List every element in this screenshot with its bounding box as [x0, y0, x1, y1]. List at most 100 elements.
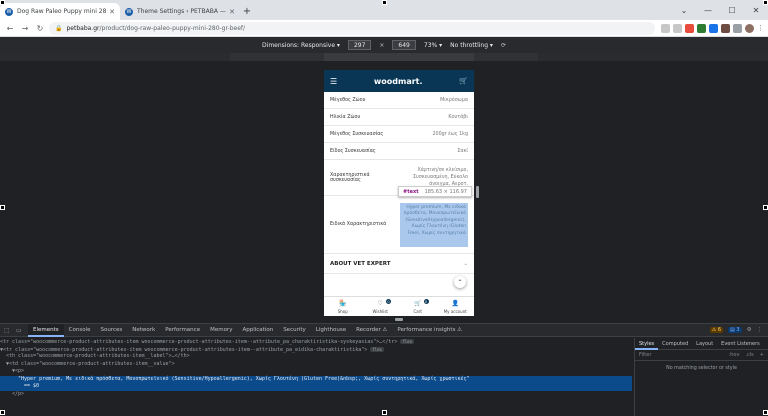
attribute-row: Ηλικία Ζώου Κουτάβι [324, 109, 474, 126]
scroll-top-button[interactable]: ⌃ [454, 276, 466, 288]
tab-computed[interactable]: Computed [658, 338, 692, 350]
heart-icon: ♡ [377, 299, 383, 307]
bookmark-star-icon[interactable] [673, 23, 682, 33]
devtools-tabbar: ⬚ ▭ Elements Console Sources Network Per… [0, 323, 768, 337]
share-icon[interactable] [661, 23, 670, 33]
dom-node-line-selected[interactable]: == $0 [0, 383, 632, 391]
user-icon: 👤 [451, 299, 459, 307]
tab-memory[interactable]: Memory [205, 324, 237, 337]
dom-node-text: <th class="woocommerce-product-attribute… [6, 353, 190, 359]
settings-gear-icon[interactable]: ⚙ [747, 327, 752, 333]
attribute-value: Μικρόσωμα [440, 97, 468, 103]
selection-handle [0, 410, 5, 415]
browser-tab-1[interactable]: W Dog Raw Paleo Puppy mini 280 g ✕ [0, 3, 120, 20]
warnings-badge[interactable]: ⚠ 6 [709, 327, 724, 333]
vet-expert-accordion[interactable]: ABOUT VET EXPERT ⌄ [324, 254, 474, 274]
styles-filter-bar: Filter :hov .cls + [635, 350, 768, 361]
extension-icon[interactable] [721, 23, 730, 33]
tab-elements[interactable]: Elements [28, 323, 64, 337]
tab-network[interactable]: Network [127, 324, 160, 337]
cart-icon: 🛒 [414, 299, 422, 307]
puzzle-icon[interactable] [733, 23, 742, 33]
browser-tab-2[interactable]: W Theme Settings ‹ PETBABA — W ✕ [120, 3, 240, 20]
dom-node-line[interactable]: </p> [0, 391, 632, 399]
dimensions-select[interactable]: Dimensions: Responsive ▾ [262, 42, 340, 49]
tab-security[interactable]: Security [278, 324, 311, 337]
width-input[interactable]: 297 [347, 40, 372, 50]
bottom-nav-account[interactable]: 👤 My account [437, 297, 475, 316]
maximize-icon[interactable]: ☐ [720, 0, 744, 20]
close-icon[interactable]: ✕ [109, 8, 115, 16]
selection-handle [763, 205, 768, 210]
tab-layout[interactable]: Layout [692, 338, 717, 350]
dom-node-line[interactable]: <tr class="woocommerce-product-attribute… [0, 338, 632, 346]
tooltip-tag: #text [403, 188, 419, 195]
mobile-bottom-nav: 🏪 Shop ♡ 0 Wishlist 🛒 0 Cart 👤 My accoun… [324, 296, 474, 316]
add-rule-icon[interactable]: + [760, 352, 764, 358]
inspect-tooltip: #text 185.63 × 116.97 [398, 186, 472, 197]
attribute-value: Κουτάβι [448, 114, 468, 120]
minimize-icon[interactable]: — [696, 0, 720, 20]
bottom-nav-shop[interactable]: 🏪 Shop [324, 297, 362, 316]
tab-lighthouse[interactable]: Lighthouse [311, 324, 351, 337]
forward-icon[interactable]: → [19, 24, 31, 33]
filter-input[interactable]: Filter [639, 352, 651, 358]
cls-toggle[interactable]: .cls [745, 352, 753, 358]
resize-handle-right[interactable] [476, 186, 479, 198]
dom-node-line-selected[interactable]: "Hyper premium, Με ειδικά πρόσθετα, Μονο… [0, 375, 632, 383]
hov-toggle[interactable]: :hov [729, 352, 740, 358]
attribute-row: Ειδικά Χαρακτηριστικά Hyper premium, Με … [324, 196, 474, 254]
reload-icon[interactable]: ↻ [34, 24, 46, 33]
tab-performance-insights[interactable]: Performance insights ⚠ [392, 324, 467, 337]
dom-node-line[interactable]: ▼<tr class="woocommerce-product-attribut… [0, 346, 632, 354]
issues-badge[interactable]: ▤ 3 [728, 327, 742, 333]
menu-icon[interactable]: ☰ [330, 77, 337, 86]
zoom-select[interactable]: 73% ▾ [424, 42, 442, 49]
attribute-row: Μέγεθος Ζώου Μικρόσωμα [324, 92, 474, 109]
selection-handle [0, 205, 5, 210]
device-toggle-icon[interactable]: ▭ [16, 327, 25, 334]
flex-badge[interactable]: flex [370, 346, 384, 352]
tab-performance[interactable]: Performance [160, 324, 205, 337]
flex-badge[interactable]: flex [400, 339, 414, 344]
site-logo[interactable]: woodmart. [374, 77, 423, 86]
tab-application[interactable]: Application [237, 324, 278, 337]
cart-icon[interactable]: 🛒 [459, 77, 468, 85]
tab-sources[interactable]: Sources [95, 324, 127, 337]
close-icon[interactable]: ✕ [229, 8, 235, 16]
tab-recorder[interactable]: Recorder ⚠ [351, 324, 392, 337]
lock-icon[interactable]: 🔒 [55, 25, 62, 32]
dom-node-line[interactable]: ▼<td class="woocommerce-product-attribut… [0, 361, 632, 369]
dom-node-line[interactable]: <th class="woocommerce-product-attribute… [0, 353, 632, 361]
tab-title: Theme Settings ‹ PETBABA — W [137, 8, 227, 15]
extensions-area: ⋮ [661, 23, 764, 33]
tab-event-listeners[interactable]: Event Listeners [717, 338, 764, 350]
nav-label: Cart [413, 308, 422, 314]
tab-console[interactable]: Console [64, 324, 96, 337]
dom-node-text: <tr class="woocommerce-product-attribute… [0, 339, 398, 345]
resize-handle-bottom[interactable] [395, 318, 403, 321]
bottom-nav-wishlist[interactable]: ♡ 0 Wishlist [362, 297, 400, 316]
ruler-segment[interactable] [324, 53, 474, 61]
extension-icon[interactable] [709, 23, 718, 33]
rotate-icon[interactable]: ⟳ [501, 42, 506, 49]
chevron-down-icon[interactable]: ⌄ [672, 0, 696, 20]
more-options-icon[interactable]: ⋮ [757, 327, 763, 333]
dom-node-line[interactable]: ▼<p> [0, 368, 632, 376]
profile-avatar[interactable] [745, 23, 754, 33]
address-toolbar: ← → ↻ 🔒 petbaba.gr /product/dog-raw-pale… [0, 20, 768, 37]
throttle-select[interactable]: No throttling ▾ [450, 42, 493, 49]
height-input[interactable]: 649 [392, 40, 416, 50]
times-sign: × [379, 41, 385, 49]
inspect-icon[interactable]: ⬚ [4, 327, 13, 334]
back-icon[interactable]: ← [4, 24, 16, 33]
extension-icon[interactable] [697, 23, 706, 33]
address-bar[interactable]: 🔒 petbaba.gr /product/dog-raw-paleo-pupp… [49, 21, 655, 35]
menu-dots-icon[interactable]: ⋮ [757, 24, 764, 33]
extension-icon[interactable] [685, 23, 694, 33]
nav-label: My account [443, 308, 467, 314]
new-tab-button[interactable]: + [240, 3, 254, 20]
bottom-nav-cart[interactable]: 🛒 0 Cart [399, 297, 437, 316]
tab-styles[interactable]: Styles [635, 338, 659, 350]
count-badge: 0 [423, 299, 429, 304]
